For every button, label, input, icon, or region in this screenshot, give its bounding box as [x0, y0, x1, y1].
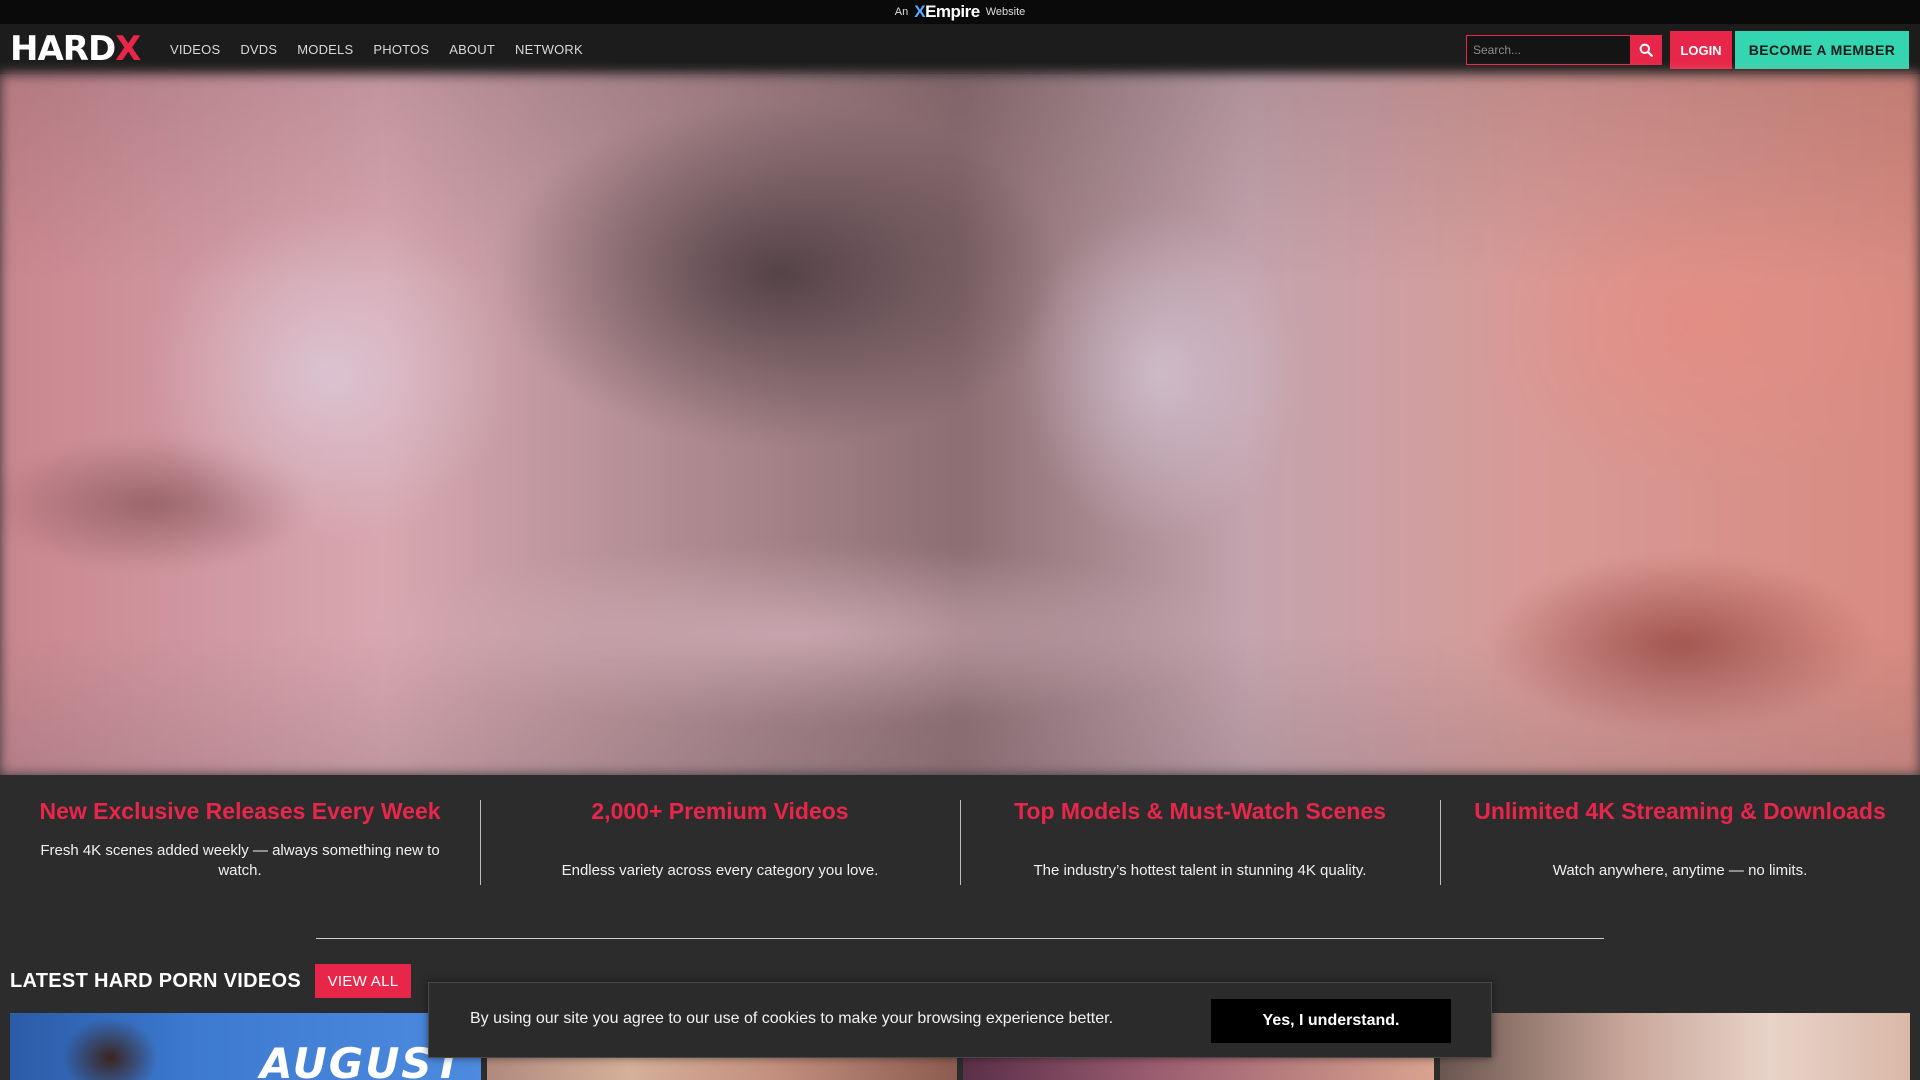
hardx-logo[interactable]: HARDX	[10, 31, 141, 67]
main-nav: VIDEOS DVDS MODELS PHOTOS ABOUT NETWORK	[170, 24, 583, 74]
become-member-button[interactable]: BECOME A MEMBER	[1735, 31, 1909, 69]
nav-photos[interactable]: PHOTOS	[373, 42, 429, 57]
nav-videos[interactable]: VIDEOS	[170, 42, 220, 57]
cookie-accept-button[interactable]: Yes, I understand.	[1211, 999, 1451, 1043]
thumbnail-figure	[50, 1013, 190, 1080]
video-thumbnail[interactable]	[1439, 1013, 1910, 1080]
feature-title: Top Models & Must-Watch Scenes	[1014, 798, 1386, 824]
section-divider	[316, 938, 1604, 939]
hero-overlay	[0, 74, 1920, 775]
search-box	[1466, 35, 1662, 65]
login-button[interactable]: LOGIN	[1670, 31, 1732, 69]
feature-text: Fresh 4K scenes added weekly — always so…	[40, 842, 440, 879]
feature-item: New Exclusive Releases Every Week Fresh …	[0, 775, 480, 925]
nav-dvds[interactable]: DVDS	[240, 42, 277, 57]
feature-item: 2,000+ Premium Videos Endless variety ac…	[480, 775, 960, 925]
feature-text: Watch anywhere, anytime — no limits.	[1552, 862, 1808, 879]
video-thumbnail[interactable]: AUGUST	[10, 1013, 481, 1080]
view-all-button[interactable]: VIEW ALL	[315, 964, 411, 998]
feature-item: Unlimited 4K Streaming & Downloads Watch…	[1440, 775, 1920, 925]
feature-item: Top Models & Must-Watch Scenes The indus…	[960, 775, 1440, 925]
site-header: HARDX VIDEOS DVDS MODELS PHOTOS ABOUT NE…	[0, 24, 1920, 74]
cookie-message: By using our site you agree to our use o…	[470, 1010, 1114, 1027]
feature-text: The industry’s hottest talent in stunnin…	[1033, 862, 1367, 879]
nav-about[interactable]: ABOUT	[449, 42, 495, 57]
feature-text: Endless variety across every category yo…	[561, 862, 879, 879]
xempire-logo[interactable]: XEmpire	[914, 2, 980, 22]
search-icon	[1639, 43, 1653, 57]
latest-videos-heading: LATEST HARD PORN VIDEOS	[10, 970, 301, 992]
feature-title: Unlimited 4K Streaming & Downloads	[1474, 798, 1886, 824]
network-prefix: An	[894, 6, 909, 18]
nav-models[interactable]: MODELS	[297, 42, 353, 57]
feature-title: New Exclusive Releases Every Week	[39, 798, 441, 824]
network-suffix: Website	[985, 6, 1026, 18]
xempire-network-strip[interactable]: An XEmpire Website	[0, 0, 1920, 24]
cookie-consent-banner: By using our site you agree to our use o…	[428, 982, 1492, 1058]
nav-network[interactable]: NETWORK	[515, 42, 583, 57]
search-button[interactable]	[1630, 35, 1662, 65]
features-section: New Exclusive Releases Every Week Fresh …	[0, 775, 1920, 925]
feature-title: 2,000+ Premium Videos	[591, 798, 849, 824]
search-input[interactable]	[1466, 35, 1630, 65]
